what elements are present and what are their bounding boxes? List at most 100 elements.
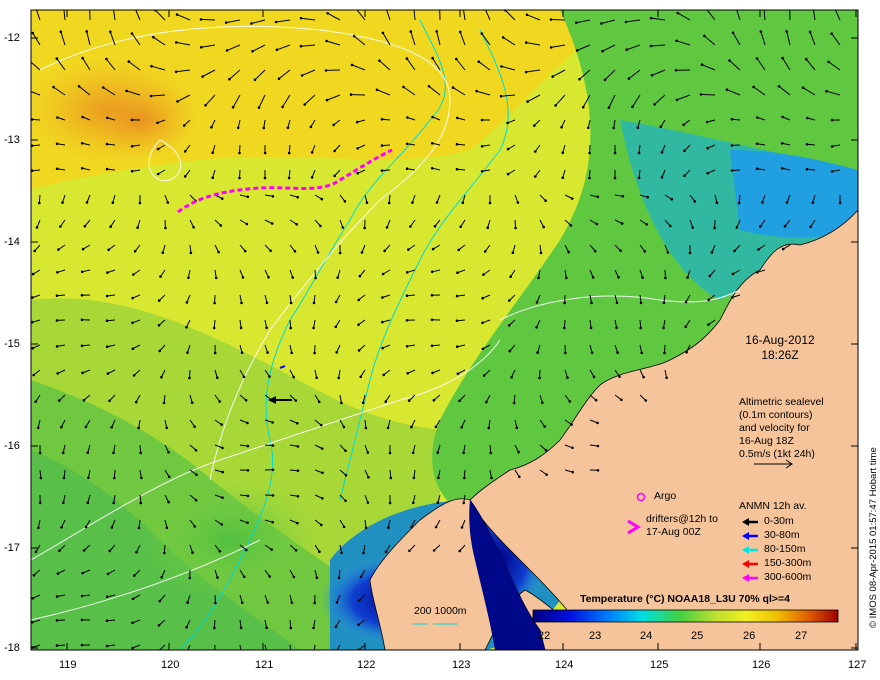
- velocity-arrow-head: [286, 126, 290, 129]
- velocity-arrow-head: [699, 93, 703, 96]
- velocity-arrow-head: [312, 326, 315, 330]
- velocity-arrow-head: [785, 30, 788, 33]
- velocity-arrow-head: [310, 151, 314, 154]
- anmn-item-2: 30-80m: [764, 529, 800, 541]
- velocity-arrow-head: [432, 398, 436, 402]
- velocity-arrow-head: [80, 293, 84, 297]
- velocity-arrow-head: [542, 225, 545, 229]
- velocity-arrow-head: [362, 551, 365, 555]
- velocity-arrow-head: [59, 225, 62, 228]
- velocity-arrow-head: [218, 550, 222, 553]
- velocity-arrow-head: [87, 476, 90, 480]
- velocity-arrow-head: [705, 120, 709, 124]
- velocity-arrow-head: [210, 125, 213, 129]
- velocity-arrow-head: [133, 574, 136, 577]
- velocity-arrow-head: [240, 652, 243, 655]
- velocity-arrow-head: [715, 201, 719, 205]
- velocity-arrow-head: [221, 496, 224, 500]
- velocity-arrow-head: [325, 39, 328, 43]
- velocity-arrow-head: [127, 60, 131, 63]
- velocity-arrow-head: [660, 176, 664, 179]
- velocity-arrow-head: [686, 276, 689, 279]
- velocity-arrow-head: [80, 594, 84, 598]
- velocity-arrow-head: [506, 172, 510, 176]
- velocity-arrow-head: [52, 85, 55, 89]
- velocity-arrow-head: [728, 59, 731, 62]
- velocity-arrow-head: [290, 351, 294, 355]
- velocity-arrow-head: [338, 251, 342, 255]
- velocity-arrow-head: [700, 63, 704, 66]
- velocity-arrow-head: [388, 451, 392, 455]
- velocity-arrow-head: [312, 626, 315, 630]
- velocity-arrow-head: [56, 372, 59, 375]
- drifters-line-2: 17-Aug 00Z: [646, 526, 701, 538]
- velocity-arrow-head: [544, 199, 547, 202]
- velocity-arrow-head: [431, 247, 435, 251]
- velocity-arrow-head: [194, 498, 198, 502]
- velocity-arrow-head: [596, 421, 599, 425]
- velocity-arrow-head: [340, 401, 343, 405]
- lat-tick-16: -16: [4, 440, 20, 452]
- velocity-arrow-head: [436, 501, 440, 505]
- velocity-arrow-head: [616, 351, 619, 354]
- velocity-arrow-head: [265, 326, 268, 330]
- velocity-arrow-head: [186, 651, 189, 654]
- velocity-arrow-head: [109, 30, 112, 34]
- velocity-arrow-head: [137, 426, 140, 430]
- velocity-arrow-head: [755, 167, 759, 170]
- cbar-tick-27: 27: [795, 630, 808, 642]
- velocity-arrow-head: [137, 526, 141, 530]
- velocity-arrow-head: [406, 372, 410, 375]
- velocity-arrow-head: [356, 172, 360, 175]
- velocity-arrow-head: [166, 201, 170, 204]
- velocity-arrow-head: [342, 525, 346, 529]
- velocity-arrow-head: [34, 6, 37, 9]
- velocity-arrow-head: [271, 421, 274, 424]
- velocity-arrow-head: [60, 526, 63, 529]
- velocity-arrow-head: [165, 426, 168, 430]
- velocity-arrow-head: [112, 501, 115, 505]
- velocity-arrow-head: [620, 222, 624, 225]
- velocity-arrow-head: [80, 643, 84, 647]
- velocity-arrow-head: [185, 301, 189, 304]
- velocity-arrow-head: [242, 575, 246, 579]
- velocity-arrow-head: [133, 6, 136, 9]
- velocity-arrow-head: [761, 201, 764, 204]
- velocity-arrow-head: [463, 476, 466, 480]
- velocity-arrow-head: [36, 426, 40, 430]
- velocity-arrow-head: [149, 94, 153, 98]
- velocity-arrow-head: [407, 248, 410, 251]
- velocity-arrow-head: [55, 142, 59, 146]
- velocity-arrow-head: [631, 105, 634, 109]
- velocity-arrow-head: [665, 376, 668, 380]
- velocity-arrow-head: [337, 376, 341, 380]
- velocity-arrow-head: [364, 426, 368, 430]
- velocity-arrow-head: [549, 18, 553, 21]
- velocity-arrow-head: [663, 351, 666, 355]
- velocity-arrow-head: [601, 49, 604, 53]
- velocity-arrow-head: [757, 248, 760, 251]
- velocity-arrow-head: [240, 351, 244, 355]
- velocity-arrow-head: [349, 93, 353, 96]
- velocity-arrow-head: [411, 451, 415, 455]
- velocity-arrow-head: [812, 5, 815, 8]
- velocity-arrow-head: [212, 326, 216, 330]
- velocity-arrow-head: [213, 652, 216, 655]
- velocity-arrow-head: [55, 345, 59, 348]
- velocity-arrow-head: [365, 201, 369, 204]
- velocity-arrow-head: [334, 625, 338, 629]
- velocity-arrow-head: [361, 401, 365, 405]
- velocity-arrow-head: [221, 446, 224, 450]
- velocity-arrow-head: [480, 32, 484, 35]
- velocity-arrow-head: [156, 121, 159, 125]
- lon-tick-122: 122: [357, 659, 376, 671]
- velocity-arrow-head: [343, 200, 347, 203]
- velocity-arrow-head: [176, 100, 179, 103]
- velocity-arrow-head: [731, 31, 735, 35]
- velocity-arrow-head: [838, 201, 842, 205]
- velocity-arrow-head: [526, 100, 529, 103]
- velocity-arrow-head: [517, 450, 520, 454]
- velocity-arrow-head: [549, 46, 553, 49]
- velocity-arrow-head: [830, 170, 834, 173]
- velocity-arrow-head: [105, 345, 109, 349]
